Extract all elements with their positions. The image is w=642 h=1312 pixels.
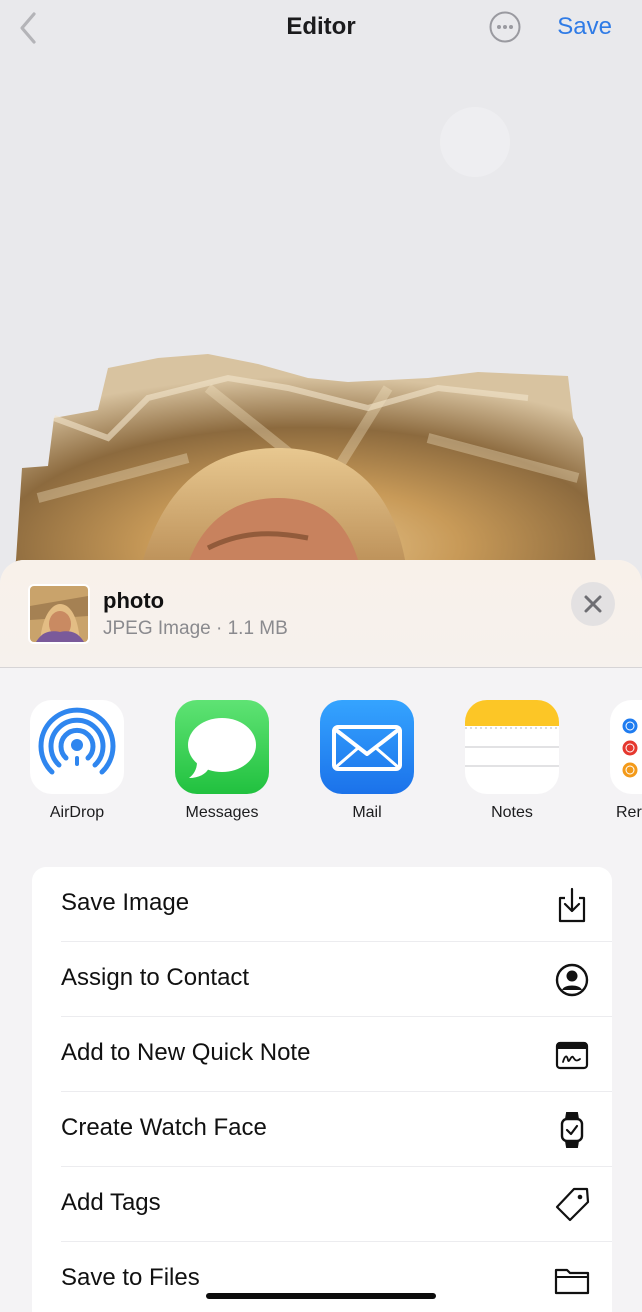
share-apps-row: AirDrop Messages Mail Notes Rer <box>0 700 642 830</box>
airdrop-icon <box>30 700 124 794</box>
editor-canvas <box>0 60 642 580</box>
reminders-icon <box>610 700 642 794</box>
tag-icon <box>555 1187 590 1222</box>
quick-note-icon <box>555 1041 589 1070</box>
action-add-quick-note[interactable]: Add to New Quick Note <box>32 1017 612 1092</box>
action-save-to-files[interactable]: Save to Files <box>32 1242 612 1312</box>
divider <box>0 667 642 668</box>
action-save-image[interactable]: Save Image <box>32 867 612 942</box>
save-image-icon <box>558 887 586 923</box>
close-icon <box>584 595 602 613</box>
page-title: Editor <box>286 13 356 40</box>
app-label: AirDrop <box>49 804 105 821</box>
ellipsis-circle-icon <box>489 11 521 43</box>
home-indicator[interactable] <box>206 1293 436 1299</box>
close-button[interactable] <box>571 582 615 626</box>
file-thumbnail <box>28 584 90 644</box>
action-label: Create Watch Face <box>61 1114 267 1141</box>
share-sheet: photo JPEG Image · 1.1 MB AirDrop Messag… <box>0 560 642 1312</box>
share-sheet-header: photo JPEG Image · 1.1 MB <box>0 560 642 668</box>
contact-icon <box>555 963 589 997</box>
canvas-handle <box>440 107 510 177</box>
save-button[interactable]: Save <box>557 13 612 41</box>
action-label: Add to New Quick Note <box>61 1039 311 1066</box>
app-label: Notes <box>491 804 533 821</box>
app-label: Rer <box>616 804 642 821</box>
app-label: Mail <box>352 804 382 821</box>
file-meta: JPEG Image · 1.1 MB <box>103 618 288 639</box>
action-assign-to-contact[interactable]: Assign to Contact <box>32 942 612 1017</box>
action-label: Add Tags <box>61 1189 161 1216</box>
app-airdrop[interactable]: AirDrop <box>16 700 136 830</box>
action-add-tags[interactable]: Add Tags <box>32 1167 612 1242</box>
app-notes[interactable]: Notes <box>451 700 571 830</box>
nav-bar: Editor Save <box>0 0 642 60</box>
messages-icon <box>175 700 269 794</box>
mail-icon <box>320 700 414 794</box>
action-label: Save to Files <box>61 1264 200 1291</box>
app-messages[interactable]: Messages <box>161 700 281 830</box>
action-label: Assign to Contact <box>61 964 250 991</box>
actions-list: Save Image Assign to Contact Add to New … <box>32 867 612 1312</box>
more-button[interactable] <box>489 11 521 43</box>
notes-icon <box>465 700 559 794</box>
app-label: Messages <box>185 804 259 821</box>
action-label: Save Image <box>61 889 190 916</box>
watch-icon <box>560 1112 584 1148</box>
edited-photo <box>8 348 608 580</box>
file-name: photo <box>103 588 165 613</box>
app-mail[interactable]: Mail <box>306 700 426 830</box>
app-reminders[interactable]: Rer <box>596 700 642 830</box>
action-create-watch-face[interactable]: Create Watch Face <box>32 1092 612 1167</box>
folder-icon <box>554 1268 590 1295</box>
